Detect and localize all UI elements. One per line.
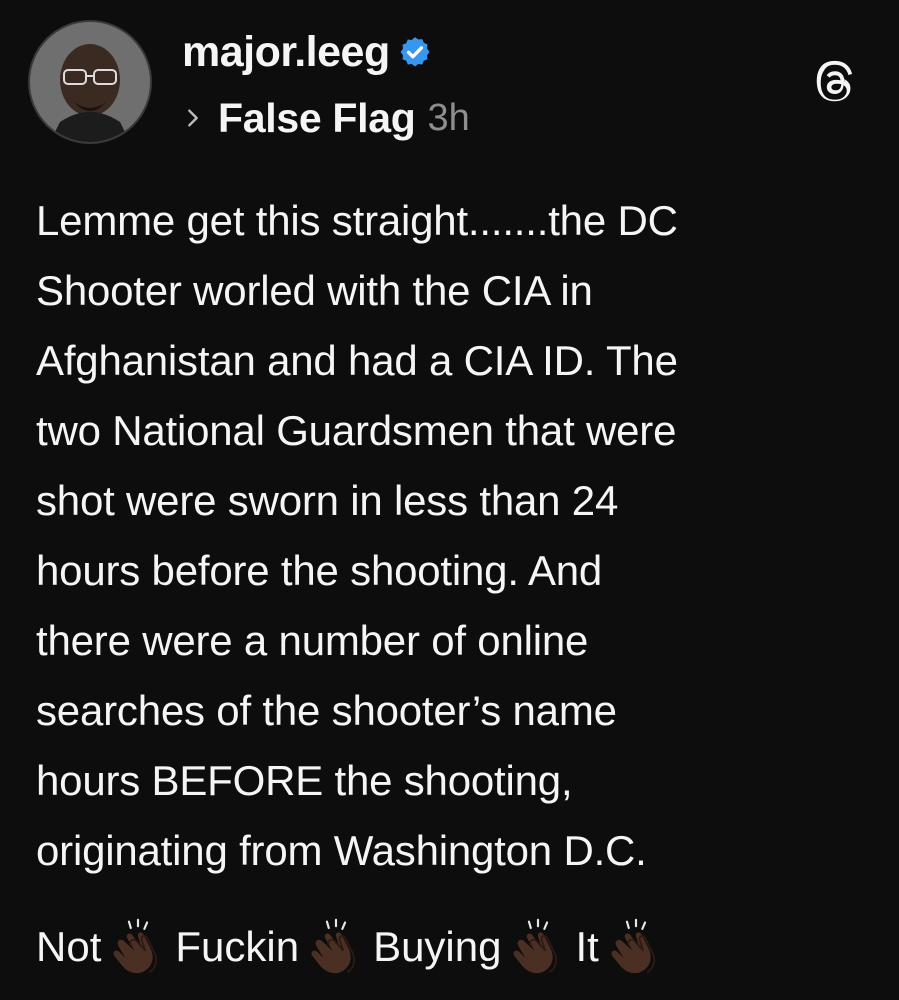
clapping-hands-emoji-icon <box>307 918 365 976</box>
post-text-line: hours BEFORE the shooting, <box>36 757 573 804</box>
topic-tag[interactable]: False Flag <box>218 95 416 142</box>
post-text-line: searches of the shooter’s name <box>36 687 617 734</box>
clapping-hands-emoji-icon <box>509 918 567 976</box>
closing-word: Buying <box>373 923 502 970</box>
post-text-line: originating from Washington D.C. <box>36 827 647 874</box>
post-text-line: Lemme get this straight.......the DC <box>36 197 678 244</box>
post-text-line: hours before the shooting. And <box>36 547 603 594</box>
post-text-line: shot were sworn in less than 24 <box>36 477 619 524</box>
post-text-line: Shooter worled with the CIA in <box>36 267 593 314</box>
post-text: Lemme get this straight.......the DC Sho… <box>36 186 876 886</box>
closing-word: It <box>575 923 599 970</box>
post-text-line: two National Guardsmen that were <box>36 407 677 454</box>
post-timestamp: 3h <box>427 96 470 139</box>
clapping-hands-emoji-icon <box>607 918 665 976</box>
clapping-hands-emoji-icon <box>109 918 167 976</box>
closing-word: Fuckin <box>175 923 300 970</box>
chevron-right-icon <box>182 107 204 129</box>
closing-word: Not <box>36 923 102 970</box>
post-text-line: Afghanistan and had a CIA ID. The <box>36 337 678 384</box>
post-closing-line: Not Fuckin Buying It <box>36 912 673 982</box>
verified-badge-icon <box>398 35 432 69</box>
threads-logo-icon <box>813 60 859 106</box>
username[interactable]: major.leeg <box>182 28 390 77</box>
topic-row: False Flag 3h <box>182 88 470 148</box>
avatar[interactable] <box>28 20 152 144</box>
author-row: major.leeg <box>182 22 432 82</box>
post-text-line: there were a number of online <box>36 617 589 664</box>
